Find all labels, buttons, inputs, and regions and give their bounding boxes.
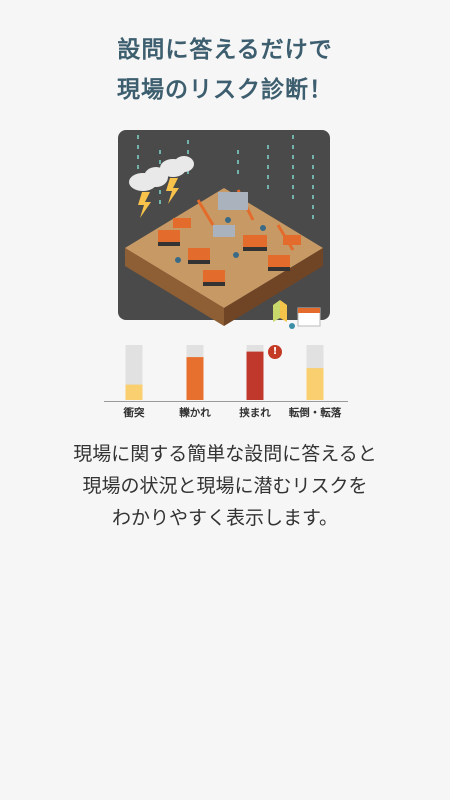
warning-icon: ! xyxy=(268,345,282,359)
description: 現場に関する簡単な設問に答えると 現場の状況と現場に潜むリスクを わかりやすく表… xyxy=(0,438,450,534)
description-line-3: わかりやすく表示します。 xyxy=(111,507,339,529)
title-line-1: 設問に答えるだけで xyxy=(117,37,333,63)
description-line-1: 現場に関する簡単な設問に答えると xyxy=(73,443,377,465)
chart-baseline xyxy=(104,401,348,402)
page-title: 設問に答えるだけで 現場のリスク診断！ xyxy=(0,30,450,110)
risk-bar-label: 挟まれ xyxy=(239,407,271,419)
risk-bar xyxy=(306,368,324,400)
title-line-2: 現場のリスク診断！ xyxy=(117,77,333,103)
risk-bar-label: 衝突 xyxy=(123,407,145,419)
risk-bar-label: 転倒・転落 xyxy=(288,407,342,419)
risk-bar-label: 轢かれ xyxy=(179,407,211,419)
risk-bar xyxy=(186,357,204,400)
construction-site-illustration xyxy=(118,130,330,329)
description-line-2: 現場の状況と現場に潜むリスクを xyxy=(82,475,368,497)
risk-bar xyxy=(125,384,143,400)
risk-bar xyxy=(246,351,264,400)
